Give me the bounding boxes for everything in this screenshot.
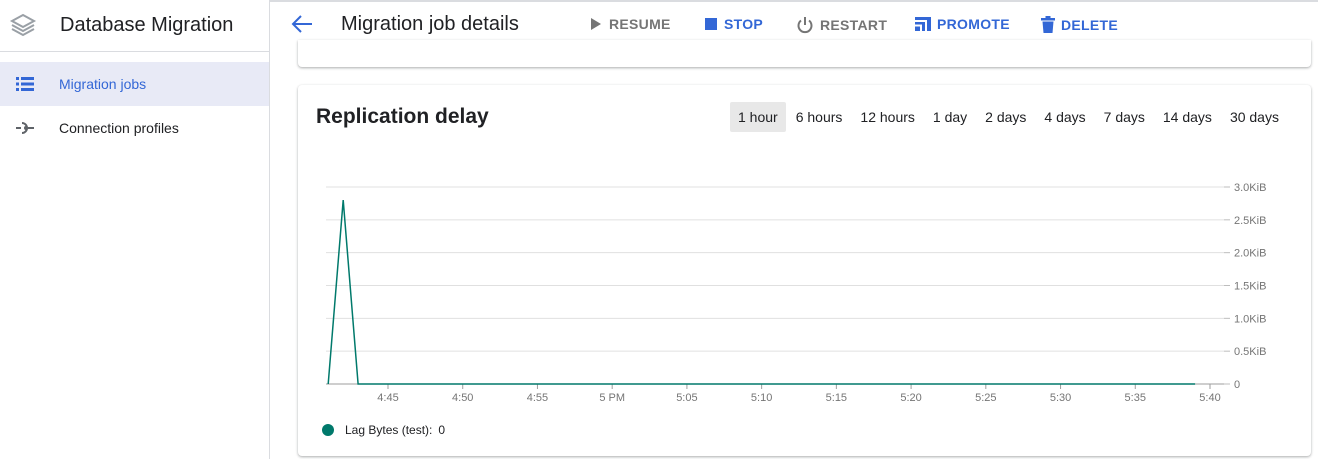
x-tick-label: 5:10 [751, 392, 772, 404]
sidebar-item-label: Connection profiles [59, 120, 179, 136]
promote-label: PROMOTE [937, 16, 1010, 32]
range-button-14-days[interactable]: 14 days [1155, 102, 1220, 132]
x-tick-label: 5:05 [676, 392, 697, 404]
database-migration-logo-icon [9, 12, 37, 40]
legend-swatch [322, 424, 334, 436]
range-button-4-days[interactable]: 4 days [1036, 102, 1093, 132]
sidebar-item-migration-jobs[interactable]: Migration jobs [0, 62, 269, 106]
x-tick-label: 5:35 [1125, 392, 1146, 404]
x-tick-label: 5 PM [599, 392, 625, 404]
chart-legend: Lag Bytes (test): 0 [322, 423, 445, 437]
range-button-30-days[interactable]: 30 days [1222, 102, 1287, 132]
x-tick-label: 5:20 [900, 392, 921, 404]
list-icon [16, 75, 34, 93]
delete-label: DELETE [1061, 16, 1119, 33]
sidebar-header: Database Migration [0, 0, 269, 52]
x-tick-label: 4:45 [377, 392, 398, 404]
trash-icon [1041, 16, 1055, 33]
sidebar-nav: Migration jobs Connection profiles [0, 52, 269, 150]
x-tick-label: 4:50 [452, 392, 473, 404]
stop-icon [704, 17, 718, 31]
legend-series-value: 0 [438, 423, 446, 437]
play-icon [589, 17, 603, 31]
sidebar: Database Migration Migration jobs Connec… [0, 0, 270, 459]
y-tick-label: 0 [1234, 379, 1240, 391]
range-button-1-hour[interactable]: 1 hour [730, 102, 786, 132]
x-tick-label: 5:15 [826, 392, 847, 404]
range-button-12-hours[interactable]: 12 hours [852, 102, 922, 132]
resume-button[interactable]: RESUME [589, 16, 671, 32]
connection-icon [16, 119, 34, 137]
legend-series-name: Lag Bytes (test) [345, 423, 430, 437]
x-tick-label: 5:30 [1050, 392, 1071, 404]
stop-button[interactable]: STOP [704, 16, 763, 32]
card-title: Replication delay [316, 105, 489, 128]
y-tick-label: 0.5KiB [1234, 346, 1266, 358]
app-title: Database Migration [60, 14, 234, 36]
stop-label: STOP [724, 16, 764, 32]
delete-button[interactable]: DELETE [1041, 16, 1118, 33]
y-tick-label: 2.5KiB [1234, 215, 1266, 227]
arrow-back-icon [291, 14, 313, 38]
legend-colon: : [429, 423, 433, 437]
y-tick-label: 1.0KiB [1234, 313, 1266, 325]
sidebar-item-connection-profiles[interactable]: Connection profiles [0, 106, 269, 150]
restart-label: RESTART [820, 17, 888, 33]
promote-button[interactable]: PROMOTE [915, 16, 1010, 32]
range-button-7-days[interactable]: 7 days [1096, 102, 1153, 132]
y-tick-label: 2.0KiB [1234, 248, 1266, 260]
power-icon [796, 16, 814, 34]
y-tick-label: 3.0KiB [1234, 182, 1266, 194]
range-button-2-days[interactable]: 2 days [977, 102, 1034, 132]
replication-delay-card: Replication delay 1 hour 6 hours 12 hours 1… [298, 85, 1311, 456]
page-title: Migration job details [341, 13, 519, 35]
promote-icon [915, 16, 931, 32]
restart-button[interactable]: RESTART [796, 16, 887, 34]
range-button-1-day[interactable]: 1 day [925, 102, 975, 132]
sidebar-item-label: Migration jobs [59, 76, 147, 92]
y-tick-label: 1.5KiB [1234, 281, 1266, 293]
range-button-6-hours[interactable]: 6 hours [788, 102, 851, 132]
previous-card [298, 40, 1311, 67]
x-tick-label: 4:55 [527, 392, 548, 404]
series-line-lag-bytes [327, 200, 1196, 385]
resume-label: RESUME [609, 16, 671, 32]
replication-delay-chart: 0 0.5KiB 1.0KiB 1.5KiB 2.0KiB 2.5KiB 3.0KiB 4:4… [326, 182, 1266, 404]
back-button[interactable] [289, 13, 315, 39]
time-range-selector: 1 hour 6 hours 12 hours 1 day 2 days 4 days 7 … [730, 102, 1289, 132]
x-tick-label: 5:25 [975, 392, 996, 404]
x-tick-label: 5:40 [1199, 392, 1220, 404]
